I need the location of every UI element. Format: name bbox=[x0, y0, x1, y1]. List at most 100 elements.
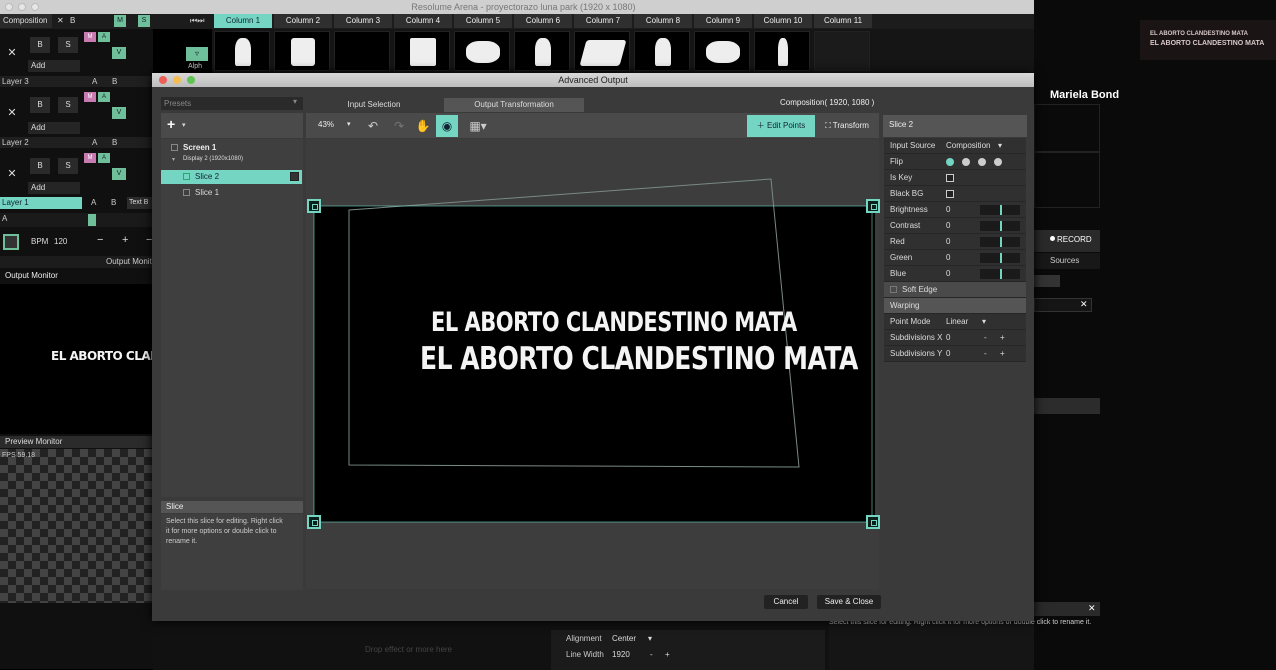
tree-slice-1[interactable]: Slice 1 bbox=[195, 188, 219, 197]
zoom-value[interactable]: 43% bbox=[318, 120, 334, 129]
line-width-value[interactable]: 1920 bbox=[612, 650, 630, 659]
soft-edge-checkbox[interactable] bbox=[890, 286, 897, 293]
input-source-chevron-down-icon[interactable]: ▾ bbox=[998, 138, 1002, 154]
blue-value[interactable]: 0 bbox=[946, 266, 950, 282]
green-value[interactable]: 0 bbox=[946, 250, 950, 266]
clip-thumbnail[interactable] bbox=[694, 31, 750, 71]
point-mode-chevron-down-icon[interactable]: ▾ bbox=[982, 314, 986, 330]
comp-a-tag[interactable]: A bbox=[98, 32, 110, 42]
flip-horizontal-icon[interactable] bbox=[962, 158, 970, 166]
tree-expand-icon[interactable]: ▾ bbox=[172, 156, 175, 163]
contrast-slider[interactable] bbox=[980, 221, 1020, 231]
crossfader-handle[interactable] bbox=[88, 214, 96, 226]
corner-handle-bottom-left[interactable] bbox=[307, 515, 321, 529]
layer-1-s-button[interactable]: S bbox=[58, 158, 78, 174]
column-3-header[interactable]: Column 3 bbox=[334, 14, 392, 28]
column-7-header[interactable]: Column 7 bbox=[574, 14, 632, 28]
column-5-header[interactable]: Column 5 bbox=[454, 14, 512, 28]
clip-thumbnail[interactable] bbox=[814, 31, 870, 71]
clip-thumbnail[interactable] bbox=[754, 31, 810, 71]
line-width-plus[interactable]: + bbox=[665, 650, 670, 659]
alignment-select[interactable]: Center bbox=[612, 634, 636, 643]
alignment-chevron-down-icon[interactable]: ▾ bbox=[648, 634, 652, 643]
composition-label[interactable]: Composition bbox=[0, 14, 52, 28]
edit-points-button[interactable]: ＋ Edit Points bbox=[747, 115, 815, 137]
layer-2-b-button[interactable]: B bbox=[30, 97, 50, 113]
tree-display[interactable]: Display 2 (1920x1080) bbox=[183, 156, 243, 162]
composition-clear-button[interactable]: ✕ bbox=[57, 14, 67, 28]
bpm-plus-button[interactable]: + bbox=[122, 234, 128, 246]
comp-s-button[interactable]: S bbox=[58, 37, 78, 53]
cancel-button[interactable]: Cancel bbox=[764, 595, 808, 609]
input-source-value[interactable]: Composition bbox=[946, 138, 990, 154]
clip-thumbnail[interactable] bbox=[514, 31, 570, 71]
comp-b-button[interactable]: B bbox=[30, 37, 50, 53]
layer-2-s-button[interactable]: S bbox=[58, 97, 78, 113]
column-nav-arrows-icon[interactable]: ⏮⏭ bbox=[190, 15, 208, 27]
subdivisions-y-plus[interactable]: + bbox=[1000, 346, 1005, 362]
line-width-minus[interactable]: - bbox=[650, 650, 653, 659]
presets-select[interactable]: Presets bbox=[161, 97, 303, 110]
layer-3-b-button[interactable]: B bbox=[112, 76, 117, 87]
soft-edge-row[interactable]: Soft Edge bbox=[884, 282, 1026, 298]
dialog-close-icon[interactable] bbox=[159, 76, 167, 84]
add-plus-icon[interactable]: + bbox=[167, 116, 175, 132]
zoom-chevron-down-icon[interactable]: ▾ bbox=[347, 120, 351, 128]
layer-1-b-select[interactable]: B bbox=[111, 198, 121, 208]
identify-eye-icon[interactable]: ◉ bbox=[436, 115, 458, 137]
clip-thumbnail[interactable] bbox=[274, 31, 330, 71]
column-10-header[interactable]: Column 10 bbox=[754, 14, 812, 28]
column-1-header[interactable]: Column 1 bbox=[214, 14, 272, 28]
red-value[interactable]: 0 bbox=[946, 234, 950, 250]
layer-1-v-button[interactable]: V bbox=[112, 168, 126, 180]
layer-1-a-button[interactable]: A bbox=[91, 198, 101, 208]
grid-icon[interactable]: ▦▾ bbox=[464, 115, 492, 137]
composition-b-button[interactable]: B bbox=[70, 14, 80, 28]
clip-thumbnail[interactable] bbox=[214, 31, 270, 71]
layer-2-bar-a-button[interactable]: A bbox=[92, 137, 97, 148]
layer-2-a-tag[interactable]: A bbox=[98, 92, 110, 102]
brightness-value[interactable]: 0 bbox=[946, 202, 950, 218]
red-slider[interactable] bbox=[980, 237, 1020, 247]
sources-close-icon[interactable]: ✕ bbox=[1080, 299, 1088, 310]
composition-s-button[interactable]: S bbox=[138, 15, 150, 27]
bpm-minus-button[interactable]: − bbox=[97, 234, 103, 246]
column-2-header[interactable]: Column 2 bbox=[274, 14, 332, 28]
clip-thumbnail[interactable] bbox=[454, 31, 510, 71]
add-chevron-down-icon[interactable]: ▾ bbox=[182, 121, 186, 129]
comp-add-button[interactable]: Add bbox=[28, 60, 80, 72]
presets-chevron-down-icon[interactable]: ▾ bbox=[293, 97, 297, 106]
tab-input-selection[interactable]: Input Selection bbox=[306, 98, 442, 112]
tree-slice-2[interactable]: Slice 2 bbox=[195, 172, 219, 181]
input-source-row[interactable]: Input Source Composition ▾ bbox=[884, 138, 1026, 154]
column-4-header[interactable]: Column 4 bbox=[394, 14, 452, 28]
composition-v-button[interactable]: ▿ bbox=[186, 47, 208, 61]
clip-thumbnail[interactable] bbox=[634, 31, 690, 71]
comp-v-button[interactable]: V bbox=[112, 47, 126, 59]
sources-item[interactable] bbox=[1034, 398, 1100, 414]
contrast-value[interactable]: 0 bbox=[946, 218, 950, 234]
layer-3-a-button[interactable]: A bbox=[92, 76, 97, 87]
window-minimize-icon[interactable] bbox=[18, 3, 26, 11]
tree-screen[interactable]: Screen 1 bbox=[183, 143, 216, 152]
window-zoom-icon[interactable] bbox=[31, 3, 39, 11]
window-close-icon[interactable] bbox=[5, 3, 13, 11]
column-11-header[interactable]: Column 11 bbox=[814, 14, 872, 28]
layer-1-m-button[interactable]: M bbox=[84, 153, 96, 163]
brightness-slider[interactable] bbox=[980, 205, 1020, 215]
transform-button[interactable]: ⛶ Transform bbox=[816, 115, 878, 137]
layer-1-b-button[interactable]: B bbox=[30, 158, 50, 174]
subdivisions-y-minus[interactable]: - bbox=[984, 346, 987, 362]
layer-2-bar-b-button[interactable]: B bbox=[112, 137, 117, 148]
layer-1-name[interactable]: Layer 1 bbox=[0, 197, 82, 209]
text-block-clip[interactable]: Text B bbox=[127, 197, 153, 209]
slice-2-visibility-toggle[interactable] bbox=[290, 172, 299, 181]
bpm-value[interactable]: 120 bbox=[54, 237, 67, 246]
corner-handle-top-left[interactable] bbox=[307, 199, 321, 213]
flip-both-icon[interactable] bbox=[994, 158, 1002, 166]
layer-2-clear-button[interactable]: ✕ bbox=[2, 105, 22, 121]
clip-thumbnail[interactable] bbox=[334, 31, 390, 71]
subdivisions-y-value[interactable]: 0 bbox=[946, 346, 950, 362]
corner-handle-top-right[interactable] bbox=[866, 199, 880, 213]
flip-vertical-icon[interactable] bbox=[978, 158, 986, 166]
